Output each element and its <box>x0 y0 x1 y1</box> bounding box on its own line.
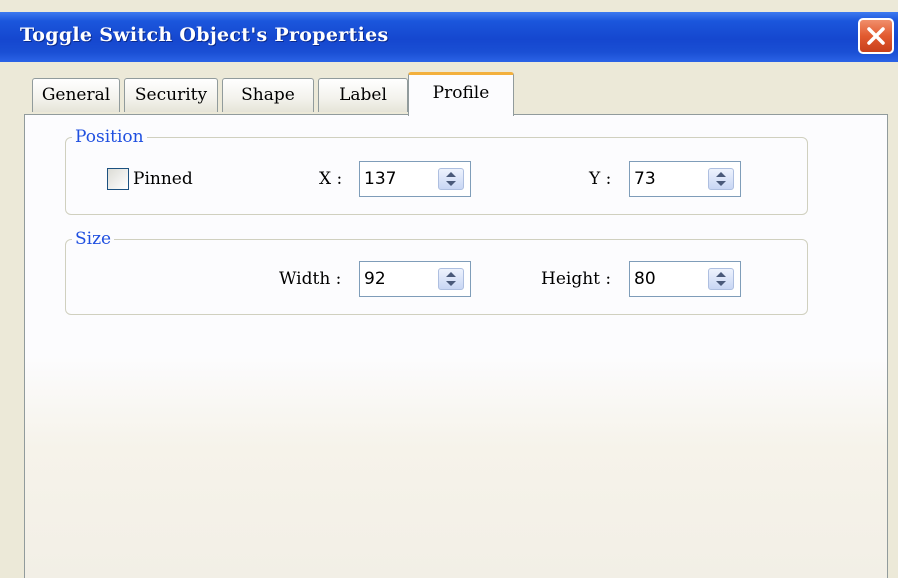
position-group-label: Position <box>75 127 144 147</box>
up-down-arrows-icon <box>716 172 726 186</box>
x-spin-buttons[interactable] <box>438 168 464 190</box>
x-spin-box <box>359 161 471 197</box>
height-spin-buttons[interactable] <box>708 268 734 290</box>
width-spin-box <box>359 261 471 297</box>
pinned-label: Pinned <box>133 169 193 189</box>
tab-label[interactable]: Label <box>318 78 408 112</box>
close-x-icon <box>867 27 885 45</box>
size-group-label: Size <box>75 229 112 249</box>
y-label: Y : <box>589 169 612 189</box>
y-spin-buttons[interactable] <box>708 168 734 190</box>
y-input[interactable] <box>634 167 698 191</box>
height-spin-box <box>629 261 741 297</box>
up-down-arrows-icon <box>446 172 456 186</box>
x-label: X : <box>319 169 343 189</box>
window-title: Toggle Switch Object's Properties <box>20 24 389 46</box>
tab-profile[interactable]: Profile <box>408 72 514 116</box>
pinned-checkbox[interactable] <box>107 168 129 190</box>
close-button[interactable] <box>858 18 894 54</box>
tab-strip: General Security Shape Label Profile <box>0 62 898 118</box>
title-bar[interactable]: Toggle Switch Object's Properties <box>0 12 898 62</box>
y-spin-box <box>629 161 741 197</box>
tab-shape[interactable]: Shape <box>222 78 314 112</box>
width-input[interactable] <box>364 267 428 291</box>
up-down-arrows-icon <box>716 272 726 286</box>
profile-tab-panel: Position Pinned X : Y : Size Widt <box>24 114 888 578</box>
width-spin-buttons[interactable] <box>438 268 464 290</box>
tab-general[interactable]: General <box>32 78 120 112</box>
tab-security[interactable]: Security <box>124 78 218 112</box>
height-input[interactable] <box>634 267 698 291</box>
height-label: Height : <box>541 269 612 289</box>
width-label: Width : <box>279 269 342 289</box>
up-down-arrows-icon <box>446 272 456 286</box>
x-input[interactable] <box>364 167 428 191</box>
properties-dialog: Toggle Switch Object's Properties Genera… <box>0 0 898 578</box>
